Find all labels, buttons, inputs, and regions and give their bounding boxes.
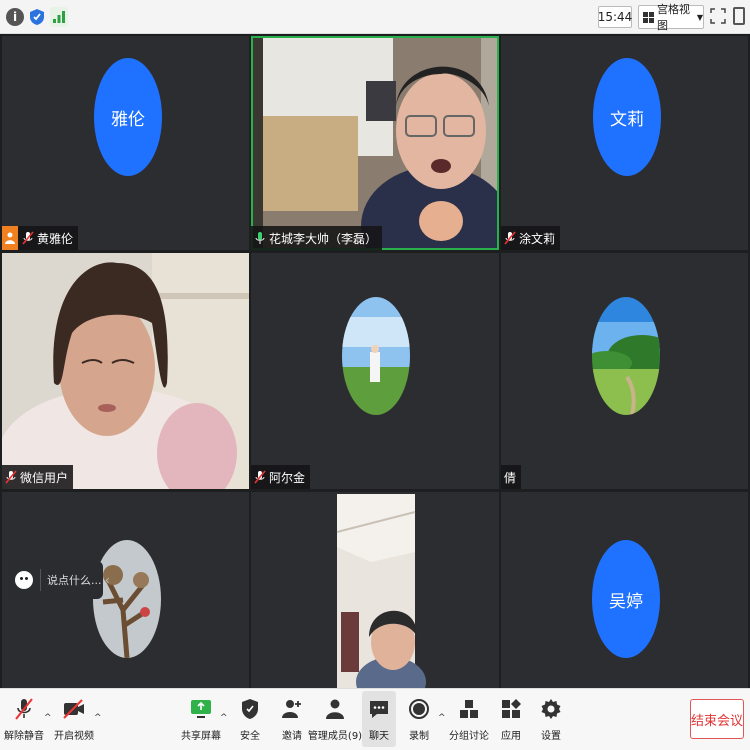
participant-video (251, 36, 499, 250)
meeting-toolbar: 解除静音 ^ 开启视频 ^ 共享屏幕 ^ 安全 邀请 管理成员(9) 聊天 录制… (0, 688, 750, 750)
unmute-button[interactable]: 解除静音 (4, 691, 44, 747)
chevron-down-icon: ▼ (696, 12, 703, 22)
participant-name: 倩 (504, 470, 517, 485)
mic-muted-icon (504, 231, 516, 245)
grid-icon (643, 11, 654, 23)
participant-tile[interactable]: 文莉 涂文莉 (501, 36, 748, 250)
participant-tile[interactable]: 雅伦 黄雅伦 (2, 36, 249, 250)
participant-video (251, 492, 499, 688)
host-icon (2, 226, 18, 250)
chevron-up-icon[interactable]: ^ (94, 713, 102, 723)
view-mode-button[interactable]: 宫格视图 ▼ (638, 3, 704, 32)
invite-button[interactable]: 邀请 (278, 691, 306, 747)
participant-tile[interactable]: 吴婷 (501, 492, 748, 688)
chevron-up-icon[interactable]: ^ (220, 713, 228, 723)
chat-icon (366, 695, 392, 723)
mic-muted-icon (11, 695, 37, 723)
user-icon (322, 695, 348, 723)
participant-tile[interactable]: 倩 (501, 253, 748, 489)
network-signal-icon[interactable] (50, 7, 68, 27)
top-bar: i 15:44 宫格视图 ▼ (0, 0, 750, 34)
video-grid: 雅伦 黄雅伦 花城李大帅（李磊） 文莉 涂文莉 微信用户 阿尔金 倩 吴婷 (0, 34, 750, 688)
video-off-icon (61, 695, 87, 723)
share-screen-button[interactable]: 共享屏幕 (181, 691, 221, 747)
window-icon[interactable] (733, 7, 745, 25)
participant-name-tag: 花城李大帅（李磊） (251, 226, 383, 250)
participant-name: 涂文莉 (519, 231, 556, 246)
participant-name: 阿尔金 (269, 470, 306, 485)
participant-name-tag: 涂文莉 (501, 226, 561, 250)
start-video-button[interactable]: 开启视频 (54, 691, 94, 747)
participant-name-tag: 阿尔金 (251, 465, 311, 489)
chevron-left-icon[interactable]: ‹ (105, 571, 117, 589)
participant-video (2, 253, 249, 489)
security-button[interactable]: 安全 (236, 691, 264, 747)
participant-name: 微信用户 (20, 470, 69, 485)
chat-placeholder: 说点什么... (47, 574, 102, 587)
participant-tile[interactable] (251, 492, 499, 688)
info-icon[interactable]: i (6, 8, 24, 26)
participant-name-tag: 黄雅伦 (2, 226, 79, 250)
chat-quick-input[interactable]: 说点什么... ‹ (9, 561, 110, 599)
record-button[interactable]: 录制 (404, 691, 434, 747)
avatar (592, 297, 660, 415)
avatar (342, 297, 410, 415)
shield-icon (237, 695, 263, 723)
view-mode-label: 宫格视图 (657, 3, 690, 32)
manage-members-button[interactable]: 管理成员(9) (308, 691, 362, 747)
avatar: 文莉 (593, 58, 661, 176)
participant-tile[interactable]: 微信用户 (2, 253, 249, 489)
shield-icon[interactable] (28, 7, 46, 27)
avatar: 吴婷 (592, 540, 660, 658)
breakout-rooms-button[interactable]: 分组讨论 (449, 691, 489, 747)
fullscreen-icon[interactable] (710, 8, 726, 24)
end-meeting-button[interactable]: 结束会议 (690, 699, 744, 739)
participant-name-tag: 倩 (501, 465, 522, 489)
share-screen-icon (188, 695, 214, 723)
apps-button[interactable]: 应用 (498, 691, 524, 747)
settings-button[interactable]: 设置 (538, 691, 564, 747)
meeting-time: 15:44 (598, 6, 632, 28)
avatar (93, 540, 161, 658)
participant-name: 花城李大帅（李磊） (269, 231, 378, 246)
emoji-icon[interactable] (15, 571, 33, 589)
mic-active-icon (255, 232, 265, 244)
chevron-up-icon[interactable]: ^ (44, 713, 52, 723)
mic-muted-icon (5, 470, 17, 484)
gear-icon (538, 695, 564, 723)
participant-name: 黄雅伦 (37, 231, 74, 246)
apps-icon (498, 695, 524, 723)
avatar: 雅伦 (94, 58, 162, 176)
mic-muted-icon (22, 231, 34, 245)
mic-muted-icon (254, 470, 266, 484)
add-user-icon (279, 695, 305, 723)
record-icon (406, 695, 432, 723)
chevron-up-icon[interactable]: ^ (438, 713, 446, 723)
chat-button[interactable]: 聊天 (362, 691, 396, 747)
participant-name-tag: 微信用户 (2, 465, 74, 489)
participant-tile[interactable]: 阿尔金 (251, 253, 499, 489)
participant-tile-active-speaker[interactable]: 花城李大帅（李磊） (251, 36, 499, 250)
breakout-icon (456, 695, 482, 723)
